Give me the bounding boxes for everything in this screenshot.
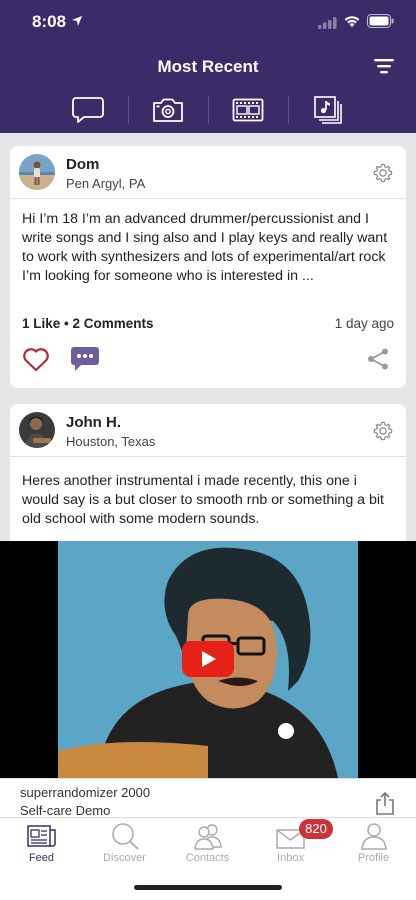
top-bar: 8:08 Most Recent [0,0,416,133]
post-author[interactable]: Dom [66,156,99,173]
post-stats[interactable]: 1 Like • 2 Comments [22,316,154,331]
gear-icon[interactable] [372,162,394,184]
post-header: John H. Houston, Texas [10,404,406,457]
camera-icon [153,98,183,122]
chat-bubble-icon [72,97,104,123]
tab-text-posts[interactable] [48,92,128,128]
share-upload-icon[interactable] [374,791,396,815]
avatar[interactable] [19,154,55,190]
video-player[interactable] [0,541,416,778]
status-bar: 8:08 [0,0,416,44]
post-header: Dom Pen Argyl, PA [10,146,406,199]
tab-discover[interactable]: Discover [83,818,166,868]
battery-icon [367,14,394,28]
signal-icon [318,17,337,29]
post-author[interactable]: John H. [66,414,121,431]
play-icon[interactable] [182,641,234,677]
page-title: Most Recent [157,57,259,76]
tab-profile[interactable]: Profile [332,818,415,868]
tab-video-posts[interactable] [208,92,288,128]
video-title[interactable]: Self-care Demo [20,803,110,818]
profile-icon [361,823,387,850]
video-info: superrandomizer 2000 Self-care Demo [0,778,416,818]
media-type-tabs [48,92,368,128]
tab-label: Profile [357,852,390,864]
gear-icon[interactable] [372,420,394,442]
home-indicator[interactable] [134,885,282,890]
tab-contacts[interactable]: Contacts [166,818,249,868]
heart-icon[interactable] [22,346,50,372]
post-location: Houston, Texas [66,434,156,449]
status-time: 8:08 [32,12,67,31]
music-library-icon [314,96,342,124]
tab-photo-posts[interactable] [128,92,208,128]
tab-audio-posts[interactable] [288,92,368,128]
post-card[interactable]: Dom Pen Argyl, PA Hi I’m 18 I’m an advan… [10,146,406,388]
tab-inbox[interactable]: 820 Inbox [249,818,333,868]
post-text[interactable]: Heres another instrumental i made recent… [22,472,394,529]
tab-feed[interactable]: Feed [0,818,83,868]
search-icon [112,823,139,850]
film-icon [232,98,264,122]
tab-label: Inbox [277,852,304,864]
filter-icon[interactable] [372,56,396,76]
post-location: Pen Argyl, PA [66,176,146,191]
comment-icon[interactable] [70,345,100,373]
tab-label: Feed [28,852,55,864]
wifi-icon [344,16,360,27]
post-card[interactable]: John H. Houston, Texas Heres another ins… [10,404,406,544]
tab-label: Discover [103,852,146,864]
contacts-icon [194,824,222,850]
video-channel[interactable]: superrandomizer 2000 [20,785,150,800]
inbox-badge: 820 [299,819,333,839]
share-icon[interactable] [366,347,390,371]
post-time-ago: 1 day ago [334,316,394,331]
post-text[interactable]: Hi I’m 18 I’m an advanced drummer/percus… [22,210,394,286]
feed-icon [27,825,56,847]
avatar[interactable] [19,412,55,448]
tab-label: Contacts [185,852,230,864]
location-arrow-icon [72,16,82,26]
